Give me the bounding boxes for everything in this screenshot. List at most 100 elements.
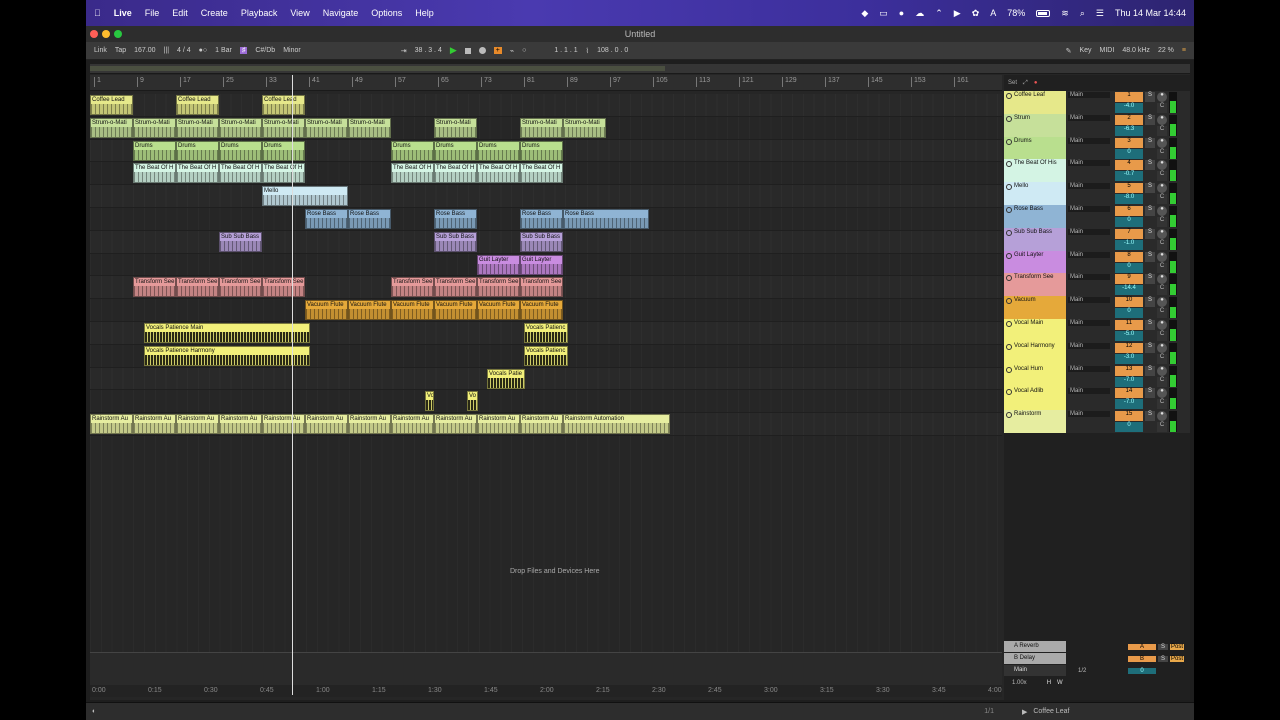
arm-icon[interactable]: ● bbox=[1157, 320, 1167, 330]
solo-button[interactable]: S bbox=[1145, 251, 1155, 262]
output-routing[interactable]: Main bbox=[1066, 296, 1112, 319]
track-lane[interactable]: Vocals Patie bbox=[90, 368, 1002, 391]
w-toggle[interactable]: W bbox=[1057, 680, 1063, 686]
clip[interactable]: The Beat Of H bbox=[219, 163, 262, 184]
output-select[interactable]: Main bbox=[1068, 388, 1110, 395]
volume-field[interactable]: -1.0 bbox=[1115, 239, 1143, 250]
clip[interactable]: Rainstorm Au bbox=[305, 414, 348, 435]
solo-button[interactable]: S bbox=[1145, 160, 1155, 171]
solo-button[interactable]: S bbox=[1158, 655, 1168, 662]
track-name-area[interactable]: The Beat Of His bbox=[1004, 159, 1066, 183]
link-button[interactable]: Link bbox=[94, 47, 107, 54]
time-ruler[interactable]: 0:00 0:15 0:30 0:45 1:00 1:15 1:30 1:45 2:00 2:15… bbox=[90, 685, 1002, 697]
clip[interactable]: The Beat Of H bbox=[434, 163, 477, 184]
clip[interactable]: Coffee Lead bbox=[262, 95, 305, 115]
automation-arm-icon[interactable]: ⌁ bbox=[510, 47, 514, 55]
clip[interactable]: The Beat Of H bbox=[262, 163, 305, 184]
volume-field[interactable]: 0 bbox=[1115, 422, 1143, 433]
track-lane[interactable]: Vocals Patience Main Vocals Patienc bbox=[90, 322, 1002, 345]
play-button[interactable]: ▶ bbox=[450, 45, 457, 56]
clip[interactable]: Drums bbox=[434, 140, 477, 161]
draw-mode-icon[interactable]: ✎ bbox=[1066, 47, 1072, 55]
fold-icon[interactable] bbox=[1006, 252, 1012, 259]
clip[interactable]: Vo bbox=[467, 391, 478, 412]
solo-button[interactable]: S bbox=[1158, 643, 1168, 650]
track-activator[interactable]: 6 bbox=[1115, 206, 1143, 216]
volume-field[interactable]: 0 bbox=[1115, 308, 1143, 319]
return-letter[interactable]: B bbox=[1128, 655, 1156, 662]
return-track-header[interactable]: B Delay B S Post bbox=[1004, 653, 1190, 664]
volume-field[interactable]: -5.0 bbox=[1115, 331, 1143, 341]
clip[interactable]: Sub Sub Bass bbox=[219, 231, 262, 252]
dropbox-icon[interactable]: ◆ bbox=[861, 8, 868, 19]
punch-icon[interactable]: ⌇ bbox=[586, 47, 589, 55]
scale-mode-icon[interactable]: ♯ bbox=[239, 47, 248, 54]
search-icon[interactable]: ⌕ bbox=[1080, 8, 1085, 19]
clip[interactable]: Vocals Patie bbox=[487, 368, 525, 389]
h-toggle[interactable]: H bbox=[1047, 680, 1051, 686]
clip[interactable]: Rainstorm Au bbox=[90, 414, 133, 435]
output-routing[interactable]: Main bbox=[1066, 136, 1112, 160]
track-header[interactable]: Drums Main 3 S ● 0 C bbox=[1004, 136, 1190, 160]
output-routing[interactable]: Main bbox=[1066, 159, 1112, 183]
track-header[interactable]: Coffee Leaf Main 1 S ● -4.0 C bbox=[1004, 91, 1190, 114]
clip[interactable]: Mello bbox=[262, 186, 348, 207]
track-lane[interactable]: Rainstorm Au Rainstorm Au Rainstorm Au Rain… bbox=[90, 413, 1002, 436]
beat-time-ruler[interactable]: 1 9 17 25 33 41 49 57 65 73 81 89 97 105 113 121 129 137 1… bbox=[90, 75, 1002, 91]
track-name-area[interactable]: Transform See bbox=[1004, 273, 1066, 297]
output-routing[interactable]: Main bbox=[1066, 410, 1112, 433]
clip[interactable]: Transform See bbox=[219, 277, 262, 298]
solo-button[interactable]: S bbox=[1145, 183, 1155, 194]
zoom-window-icon[interactable] bbox=[114, 30, 122, 38]
volume-field[interactable]: -3.0 bbox=[1115, 353, 1143, 364]
track-header[interactable]: Vocal Hum Main 13 S ● -7.0 C bbox=[1004, 364, 1190, 388]
clip[interactable]: Rainstorm Au bbox=[520, 414, 563, 435]
menu-icon[interactable]: ≡ bbox=[1182, 47, 1186, 54]
pan-field[interactable]: C bbox=[1157, 399, 1167, 410]
post-button[interactable]: Post bbox=[1170, 655, 1185, 662]
fold-icon[interactable] bbox=[1006, 343, 1012, 350]
loop-icon[interactable]: ○ bbox=[522, 47, 526, 54]
clip[interactable]: Coffee Lead bbox=[90, 95, 133, 115]
pan-field[interactable]: C bbox=[1157, 103, 1167, 113]
output-routing[interactable]: Main bbox=[1066, 250, 1112, 274]
time-signature[interactable]: 4 / 4 bbox=[177, 47, 191, 54]
clip[interactable]: Rainstorm Au bbox=[434, 414, 477, 435]
track-header[interactable]: Vocal Adlib Main 14 S ● -7.0 C bbox=[1004, 387, 1190, 411]
output-routing[interactable]: Main bbox=[1066, 227, 1112, 251]
output-select[interactable]: Main bbox=[1068, 160, 1110, 167]
solo-button[interactable]: S bbox=[1145, 342, 1155, 353]
airplay-icon[interactable]: ⌃ bbox=[935, 8, 943, 19]
pan-field[interactable]: C bbox=[1157, 308, 1167, 319]
clip[interactable]: Vacuum Flute bbox=[348, 300, 391, 321]
pan-field[interactable]: C bbox=[1157, 125, 1167, 136]
volume-field[interactable]: 0 bbox=[1115, 217, 1143, 227]
track-header[interactable]: The Beat Of His Main 4 S ● -0.7 C bbox=[1004, 159, 1190, 183]
clip[interactable]: Vacuum Flute bbox=[434, 300, 477, 321]
clip[interactable]: Drums bbox=[219, 140, 262, 161]
clip[interactable]: Strum-o-Mati bbox=[434, 117, 477, 138]
arm-icon[interactable]: ● bbox=[1157, 388, 1167, 399]
menu-options[interactable]: Options bbox=[371, 8, 402, 18]
track-lane[interactable]: Strum-o-Mati Strum-o-Mati Strum-o-Mati Stru… bbox=[90, 117, 1002, 140]
tap-button[interactable]: Tap bbox=[115, 47, 126, 54]
clock[interactable]: Thu 14 Mar 14:44 bbox=[1115, 8, 1186, 18]
clip[interactable]: Rainstorm Au bbox=[348, 414, 391, 435]
track-activator[interactable]: 9 bbox=[1115, 274, 1143, 285]
output-select[interactable]: Main bbox=[1068, 137, 1110, 144]
track-activator[interactable]: 4 bbox=[1115, 160, 1143, 171]
metronome-toggle-icon[interactable]: ●○ bbox=[199, 47, 207, 54]
volume-field[interactable]: 0 bbox=[1115, 148, 1143, 159]
track-header[interactable]: Transform See Main 9 S ● -14.4 C bbox=[1004, 273, 1190, 297]
solo-button[interactable]: S bbox=[1145, 137, 1155, 148]
clip[interactable]: Strum-o-Mati bbox=[219, 117, 262, 138]
menu-view[interactable]: View bbox=[290, 8, 309, 18]
info-icon[interactable]: ◐ bbox=[92, 708, 96, 715]
clip[interactable]: Rose Bass bbox=[520, 209, 563, 229]
clip[interactable]: The Beat Of H bbox=[133, 163, 176, 184]
track-name-area[interactable]: Rainstorm bbox=[1004, 410, 1066, 433]
clip[interactable]: The Beat Of H bbox=[176, 163, 219, 184]
arm-icon[interactable]: ● bbox=[1157, 411, 1167, 422]
track-name-area[interactable]: Vocal Adlib bbox=[1004, 387, 1066, 411]
track-lane[interactable]: Mello bbox=[90, 185, 1002, 208]
